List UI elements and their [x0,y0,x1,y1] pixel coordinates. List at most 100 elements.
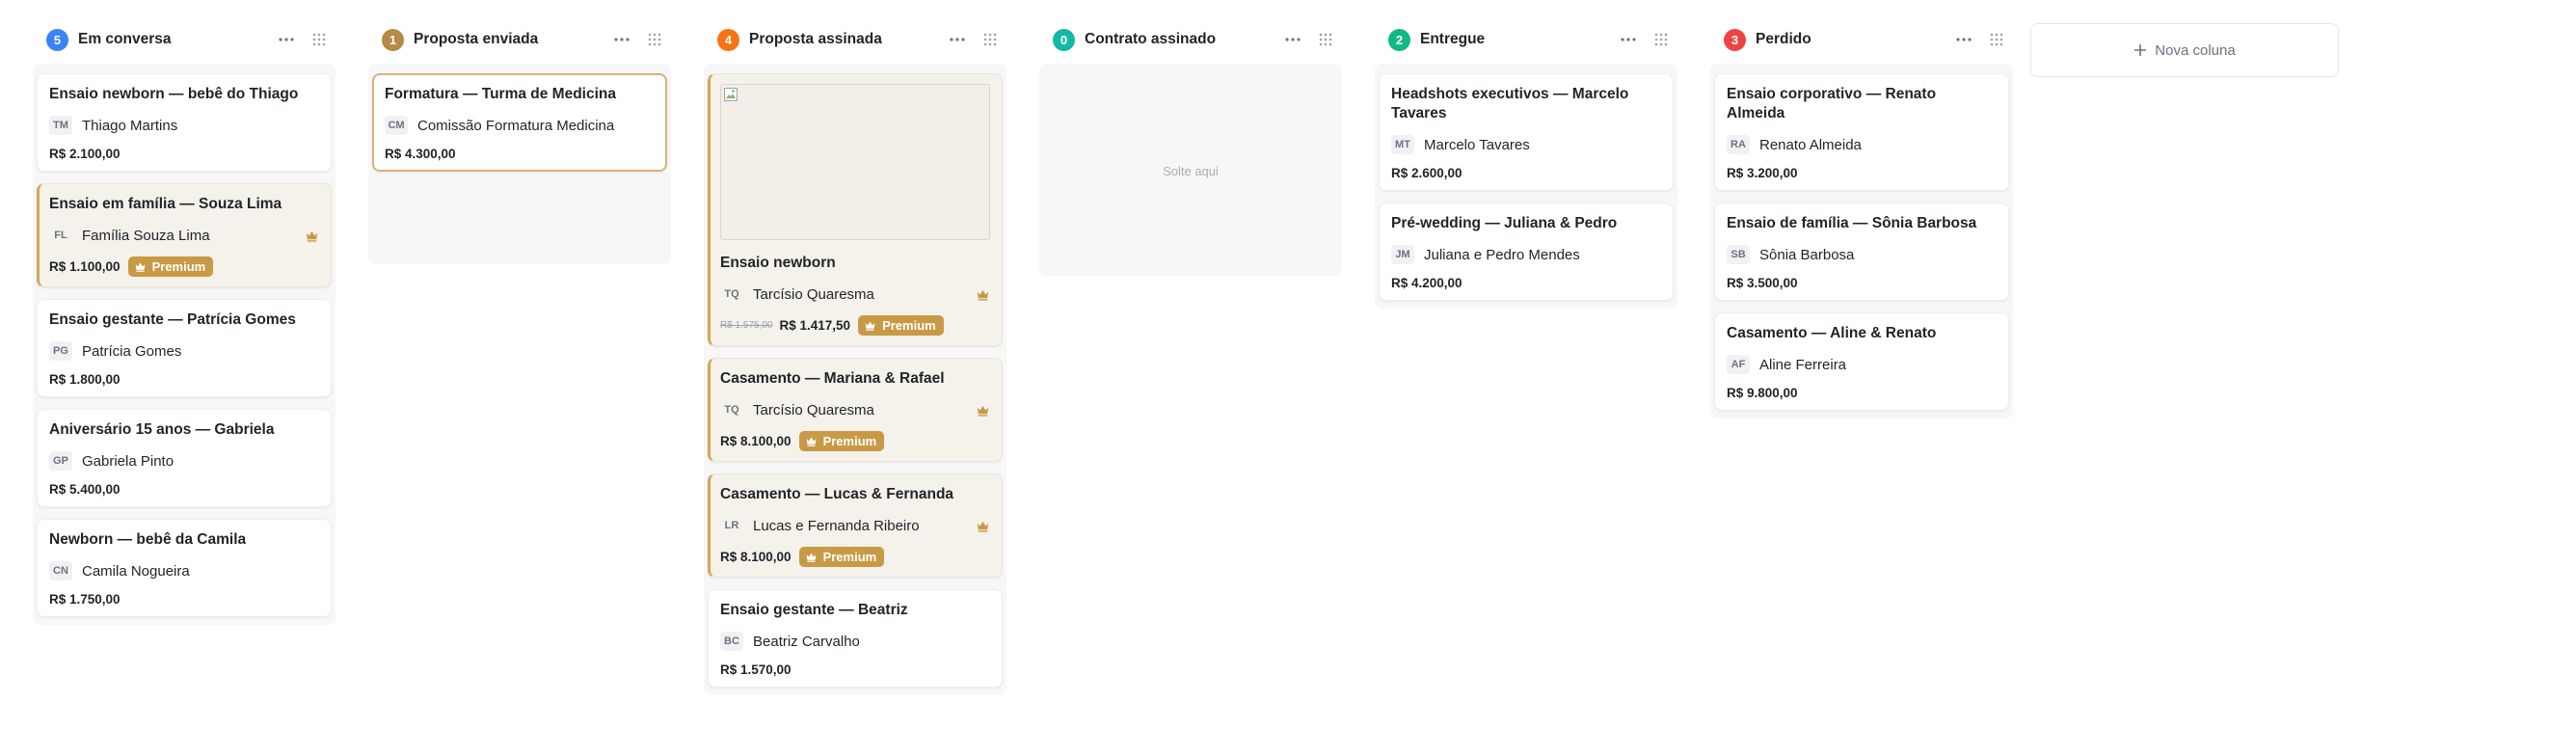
client-name: Aline Ferreira [1759,356,1847,373]
more-horizontal-icon[interactable] [1953,29,1974,50]
premium-badge-label: Premium [151,259,206,274]
card-price-row: R$ 8.100,00 Premium [720,547,990,567]
card-title: Casamento — Aline & Renato [1727,325,1937,341]
deal-card[interactable]: Ensaio de família — Sônia Barbosa SB Sônia… [1714,202,2009,301]
deal-card[interactable]: Casamento — Lucas & Fernanda LR Lucas e Fe… [708,473,1003,578]
premium-badge-label: Premium [882,318,936,333]
card-price-row: R$ 1.570,00 [720,662,990,677]
deal-card[interactable]: Aniversário 15 anos — Gabriela GP Gabriela… [37,409,332,507]
client-name: Marcelo Tavares [1424,136,1530,153]
card-price: R$ 2.100,00 [49,147,121,161]
drag-handle-icon[interactable] [1650,29,1672,50]
column-header: 1 Proposta enviada [368,21,671,58]
column-count-badge: 1 [382,28,404,51]
avatar: CM [385,116,408,135]
deal-card[interactable]: Ensaio em família — Souza Lima FL Família … [37,183,332,287]
column-cards: Ensaio newborn — bebê do Thiago TM Thiago … [33,64,335,625]
card-price: R$ 4.200,00 [1391,276,1462,290]
card-price: R$ 1.100,00 [49,259,121,274]
avatar: TQ [724,288,739,300]
client-name: Thiago Martins [82,117,178,134]
more-horizontal-icon[interactable] [611,29,632,50]
column-title: Contrato assinado [1085,31,1217,47]
card-price-row: R$ 3.500,00 [1727,276,1997,290]
more-horizontal-icon[interactable] [947,29,968,50]
more-horizontal-icon[interactable] [1618,29,1639,50]
client-name: Patrícia Gomes [82,342,182,360]
card-price: R$ 5.400,00 [49,482,121,497]
deal-card[interactable]: Casamento — Mariana & Rafael TQ Tarcísio Q… [708,358,1003,462]
avatar: BC [720,632,743,651]
new-column-button[interactable]: Nova coluna [2030,23,2339,77]
crown-icon [976,403,990,418]
drag-handle-icon[interactable] [309,29,330,50]
column-count-badge: 3 [1724,28,1746,51]
premium-badge: Premium [858,315,944,336]
column-title: Proposta enviada [414,31,539,47]
card-title: Ensaio gestante — Patrícia Gomes [49,311,296,328]
column-count-badge: 5 [46,28,68,51]
card-price: R$ 3.500,00 [1727,276,1798,290]
drop-zone[interactable]: Solte aqui [1043,73,1338,268]
card-price-row: R$ 2.600,00 [1391,166,1661,180]
card-client: GP Gabriela Pinto [49,451,319,471]
card-price: R$ 2.600,00 [1391,166,1462,180]
board-column: 2 Entregue Headshots executivos — Marcelo … [1375,21,1677,309]
card-title: Pré-wedding — Juliana & Pedro [1391,215,1618,231]
more-horizontal-icon[interactable] [1282,29,1303,50]
crown-icon [805,551,823,563]
board-column: 1 Proposta enviada Formatura — Turma de Me… [368,21,671,264]
crown-icon [134,260,152,273]
card-title: Ensaio gestante — Beatriz [720,602,908,618]
card-client: BC Beatriz Carvalho [720,632,990,651]
deal-card[interactable]: Ensaio gestante — Beatriz BC Beatriz Carva… [708,589,1003,688]
card-client: SB Sônia Barbosa [1727,245,1997,264]
client-name: Família Souza Lima [82,227,210,244]
card-price: R$ 4.300,00 [385,147,456,161]
deal-card[interactable]: Newborn — bebê da Camila CN Camila Nogueir… [37,519,332,617]
drag-handle-icon[interactable] [1986,29,2007,50]
deal-card[interactable]: Ensaio corporativo — Renato Almeida RA Ren… [1714,73,2009,191]
card-price: R$ 8.100,00 [720,550,792,564]
drag-handle-icon[interactable] [979,29,1001,50]
avatar: FL [54,230,67,241]
card-client: JM Juliana e Pedro Mendes [1391,245,1661,264]
card-client: TM Thiago Martins [49,116,319,135]
new-column-label: Nova coluna [2155,41,2236,59]
deal-card[interactable]: Ensaio gestante — Patrícia Gomes PG Patríc… [37,299,332,397]
column-header: 5 Em conversa [33,21,335,58]
deal-card[interactable]: Ensaio newborn TQ Tarcísio Quaresma R$ 1.57… [708,73,1003,346]
deal-card[interactable]: Formatura — Turma de Medicina CM Comissão … [372,73,667,172]
card-title: Newborn — bebê da Camila [49,531,247,548]
card-client: MT Marcelo Tavares [1391,135,1661,154]
broken-image-icon [723,87,738,102]
column-cards: Solte aqui [1039,64,1342,276]
card-title: Aniversário 15 anos — Gabriela [49,421,275,438]
avatar: TM [49,116,72,135]
card-price-row: R$ 4.300,00 [385,147,655,161]
column-title: Em conversa [78,31,172,47]
card-price: R$ 1.417,50 [779,318,851,333]
card-client: RA Renato Almeida [1727,135,1997,154]
deal-card[interactable]: Casamento — Aline & Renato AF Aline Ferrei… [1714,312,2009,411]
crown-icon [864,319,882,332]
client-name: Gabriela Pinto [82,452,174,470]
drag-handle-icon[interactable] [1315,29,1336,50]
card-price: R$ 1.750,00 [49,592,121,607]
deal-card[interactable]: Headshots executivos — Marcelo Tavares MT… [1379,73,1674,191]
client-name: Renato Almeida [1759,136,1862,153]
drag-handle-icon[interactable] [644,29,665,50]
card-title: Ensaio em família — Souza Lima [49,196,282,212]
kanban-board: 5 Em conversa Ensaio newborn — bebê do Thi… [0,0,2576,729]
deal-card[interactable]: Pré-wedding — Juliana & Pedro JM Juliana e… [1379,202,1674,301]
card-price: R$ 3.200,00 [1727,166,1798,180]
card-price-row: R$ 2.100,00 [49,147,319,161]
card-client: CM Comissão Formatura Medicina [385,116,655,135]
avatar: RA [1727,135,1750,154]
card-price-row: R$ 5.400,00 [49,482,319,497]
deal-card[interactable]: Ensaio newborn — bebê do Thiago TM Thiago … [37,73,332,172]
avatar: LR [724,520,739,531]
more-horizontal-icon[interactable] [276,29,297,50]
card-price: R$ 8.100,00 [720,434,792,448]
card-price-row: R$ 8.100,00 Premium [720,431,990,451]
